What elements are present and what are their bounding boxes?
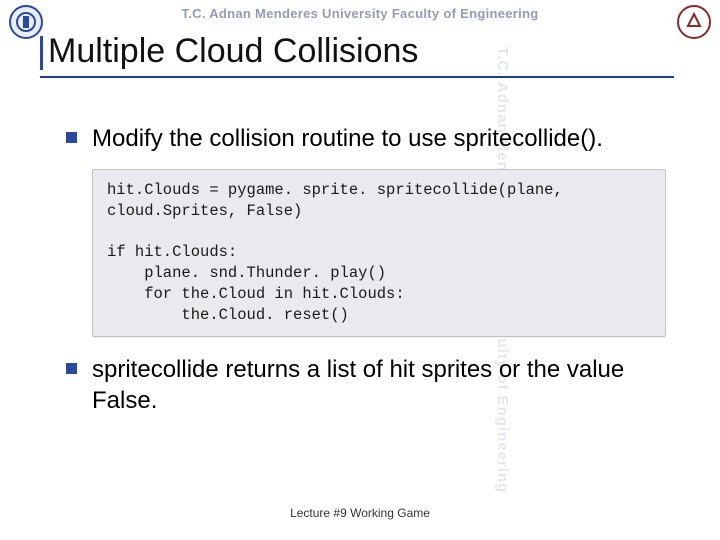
header-org-text: T.C. Adnan Menderes University Faculty o… — [0, 6, 720, 21]
content-area: Modify the collision routine to use spri… — [66, 124, 666, 431]
title-accent-bar — [40, 36, 43, 70]
bullet-text: spritecollide returns a list of hit spri… — [92, 355, 666, 416]
footer-text: Lecture #9 Working Game — [0, 506, 720, 520]
university-crest-right-icon — [676, 4, 712, 40]
slide: T.C. Adnan Menderes University Faculty o… — [0, 0, 720, 540]
bullet-square-icon — [66, 132, 77, 143]
page-title: Multiple Cloud Collisions — [48, 32, 418, 71]
bullet-item: Modify the collision routine to use spri… — [66, 124, 666, 155]
bullet-item: spritecollide returns a list of hit spri… — [66, 355, 666, 416]
bullet-text: Modify the collision routine to use spri… — [92, 124, 666, 155]
code-block: hit.Clouds = pygame. sprite. spritecolli… — [92, 169, 666, 337]
title-underline — [40, 76, 674, 78]
top-bar: T.C. Adnan Menderes University Faculty o… — [0, 0, 720, 26]
bullet-square-icon — [66, 363, 77, 374]
